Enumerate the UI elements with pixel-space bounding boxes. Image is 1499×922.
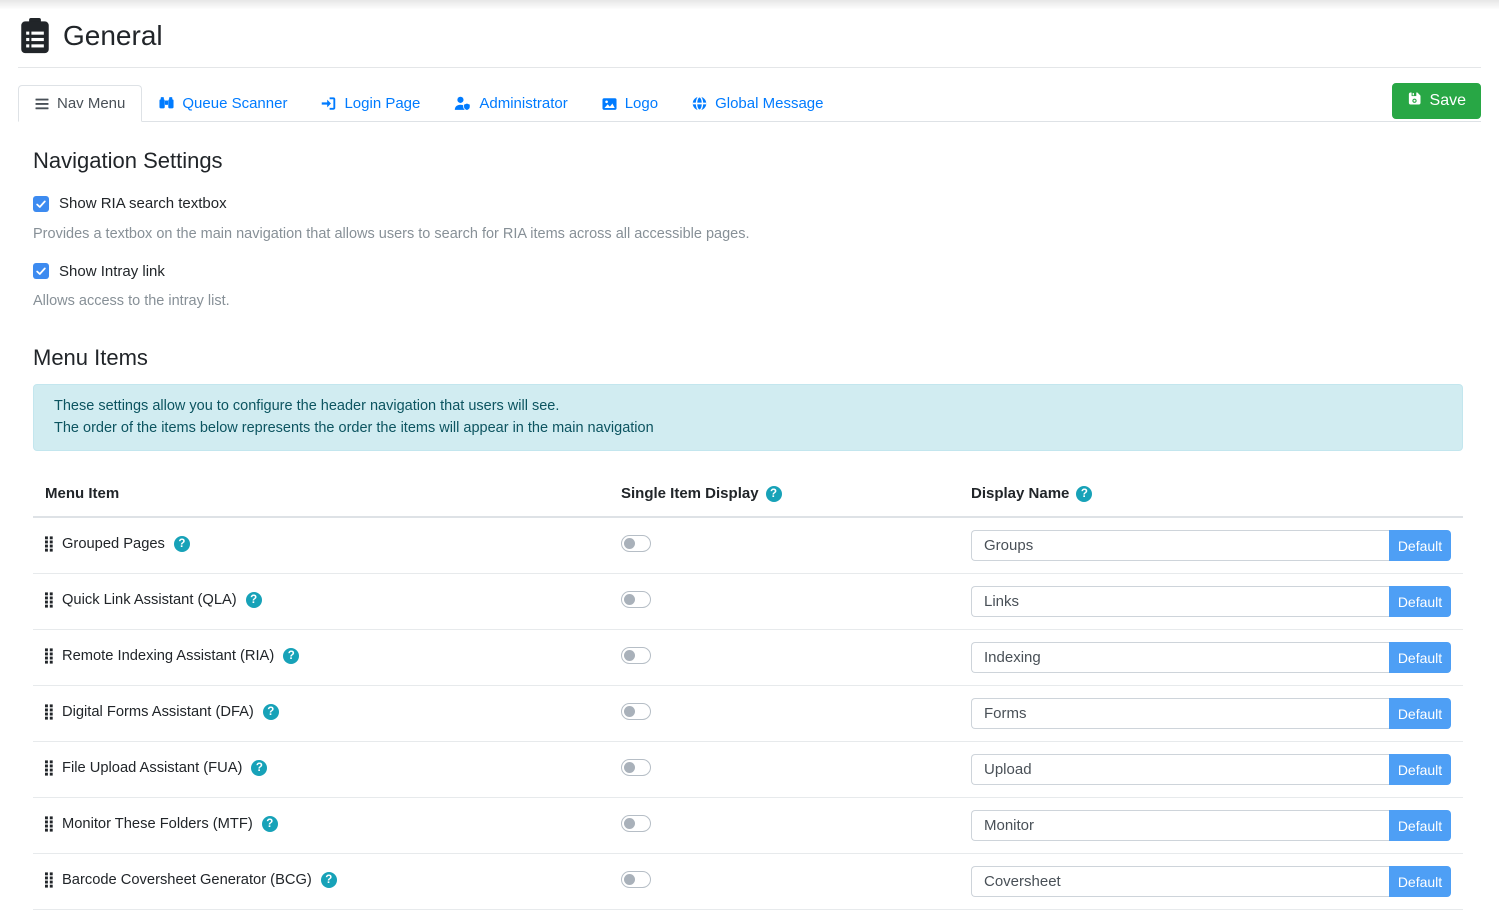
drag-handle-icon[interactable] (45, 760, 53, 776)
drag-handle-icon[interactable] (45, 816, 53, 832)
default-button[interactable]: Default (1389, 698, 1451, 729)
display-name-input[interactable] (971, 810, 1389, 841)
menu-item-label: Grouped Pages (62, 536, 165, 552)
save-button-label: Save (1430, 92, 1466, 110)
tab-content-nav-menu: Navigation Settings Show RIA search text… (0, 148, 1499, 922)
display-name-input[interactable] (971, 754, 1389, 785)
checkbox-checked[interactable] (33, 263, 49, 279)
tab-list: Nav Menu Queue Scanner Login Page Admini… (18, 85, 841, 121)
drag-handle-icon[interactable] (45, 648, 53, 664)
single-item-display-toggle[interactable] (621, 647, 651, 664)
menu-item-row: Barcode Coversheet Generator (BCG) Defau… (33, 854, 1463, 910)
menu-item-label: Digital Forms Assistant (DFA) (62, 704, 254, 720)
page-title: General (63, 20, 163, 52)
page-header: General (0, 9, 1499, 67)
default-button[interactable]: Default (1389, 642, 1451, 673)
floppy-disk-icon (1407, 91, 1422, 111)
default-button[interactable]: Default (1389, 810, 1451, 841)
navigation-options: Show RIA search textbox Provides a textb… (33, 195, 1463, 309)
tab-global-message[interactable]: Global Message (675, 85, 840, 122)
single-item-display-toggle[interactable] (621, 703, 651, 720)
tab-login-page[interactable]: Login Page (304, 85, 437, 122)
drag-handle-icon[interactable] (45, 592, 53, 608)
nav-menu-icon (35, 98, 49, 110)
column-header-menu-item: Menu Item (33, 472, 609, 517)
top-shade (0, 0, 1499, 9)
globe-icon (692, 96, 707, 111)
column-header-display-name: Display Name (959, 472, 1463, 517)
display-name-input[interactable] (971, 530, 1389, 561)
checkbox-option: Show RIA search textbox Provides a textb… (33, 195, 1463, 242)
tab-nav-menu[interactable]: Nav Menu (18, 85, 142, 122)
single-item-display-toggle[interactable] (621, 591, 651, 608)
help-icon[interactable] (263, 704, 279, 720)
clipboard-list-icon (20, 18, 50, 54)
binoculars-icon (159, 96, 174, 111)
menu-item-label: Barcode Coversheet Generator (BCG) (62, 872, 312, 888)
display-name-input[interactable] (971, 586, 1389, 617)
option-description: Provides a textbox on the main navigatio… (33, 226, 1463, 242)
drag-handle-icon[interactable] (45, 872, 53, 888)
tab-bar: Nav Menu Queue Scanner Login Page Admini… (18, 83, 1481, 122)
single-item-display-toggle[interactable] (621, 815, 651, 832)
menu-item-row: File Upload Assistant (FUA) Default (33, 742, 1463, 798)
menu-item-row: Remote Indexing Assistant (RIA) Default (33, 630, 1463, 686)
display-name-input[interactable] (971, 866, 1389, 897)
help-icon[interactable] (1076, 486, 1092, 502)
single-item-display-toggle[interactable] (621, 871, 651, 888)
save-button[interactable]: Save (1392, 83, 1481, 119)
help-icon[interactable] (174, 536, 190, 552)
menu-items-table: Menu Item Single Item Display Display Na… (33, 472, 1463, 910)
display-name-input[interactable] (971, 642, 1389, 673)
option-description: Allows access to the intray list. (33, 293, 1463, 309)
help-icon[interactable] (251, 760, 267, 776)
default-button[interactable]: Default (1389, 754, 1451, 785)
display-name-input[interactable] (971, 698, 1389, 729)
menu-item-row: Quick Link Assistant (QLA) Default (33, 574, 1463, 630)
user-shield-icon (454, 96, 471, 111)
help-icon[interactable] (321, 872, 337, 888)
help-icon[interactable] (283, 648, 299, 664)
menu-items-info-box: These settings allow you to configure th… (33, 384, 1463, 451)
option-label: Show Intray link (59, 263, 165, 280)
header-divider (18, 67, 1481, 68)
help-icon[interactable] (262, 816, 278, 832)
menu-item-label: File Upload Assistant (FUA) (62, 760, 242, 776)
checkbox-option: Show Intray link Allows access to the in… (33, 263, 1463, 310)
table-header-row: Menu Item Single Item Display Display Na… (33, 472, 1463, 517)
tab-administrator[interactable]: Administrator (437, 85, 584, 122)
tab-logo[interactable]: Logo (585, 85, 675, 122)
single-item-display-toggle[interactable] (621, 759, 651, 776)
drag-handle-icon[interactable] (45, 536, 53, 552)
default-button[interactable]: Default (1389, 530, 1451, 561)
info-line: The order of the items below represents … (54, 418, 1442, 440)
drag-handle-icon[interactable] (45, 704, 53, 720)
default-button[interactable]: Default (1389, 866, 1451, 897)
tab-queue-scanner[interactable]: Queue Scanner (142, 85, 304, 122)
sign-in-icon (321, 96, 336, 111)
menu-item-label: Remote Indexing Assistant (RIA) (62, 648, 274, 664)
navigation-settings-heading: Navigation Settings (33, 148, 1463, 174)
menu-item-row: Digital Forms Assistant (DFA) Default (33, 686, 1463, 742)
option-label: Show RIA search textbox (59, 195, 227, 212)
menu-item-row: Grouped Pages Default (33, 517, 1463, 574)
help-icon[interactable] (766, 486, 782, 502)
single-item-display-toggle[interactable] (621, 535, 651, 552)
info-line: These settings allow you to configure th… (54, 396, 1442, 418)
column-header-single-item-display: Single Item Display (609, 472, 959, 517)
image-icon (602, 97, 617, 111)
menu-item-label: Monitor These Folders (MTF) (62, 816, 253, 832)
menu-item-row: Monitor These Folders (MTF) Default (33, 798, 1463, 854)
default-button[interactable]: Default (1389, 586, 1451, 617)
menu-item-label: Quick Link Assistant (QLA) (62, 592, 237, 608)
help-icon[interactable] (246, 592, 262, 608)
menu-items-heading: Menu Items (33, 345, 1463, 371)
checkbox-checked[interactable] (33, 196, 49, 212)
